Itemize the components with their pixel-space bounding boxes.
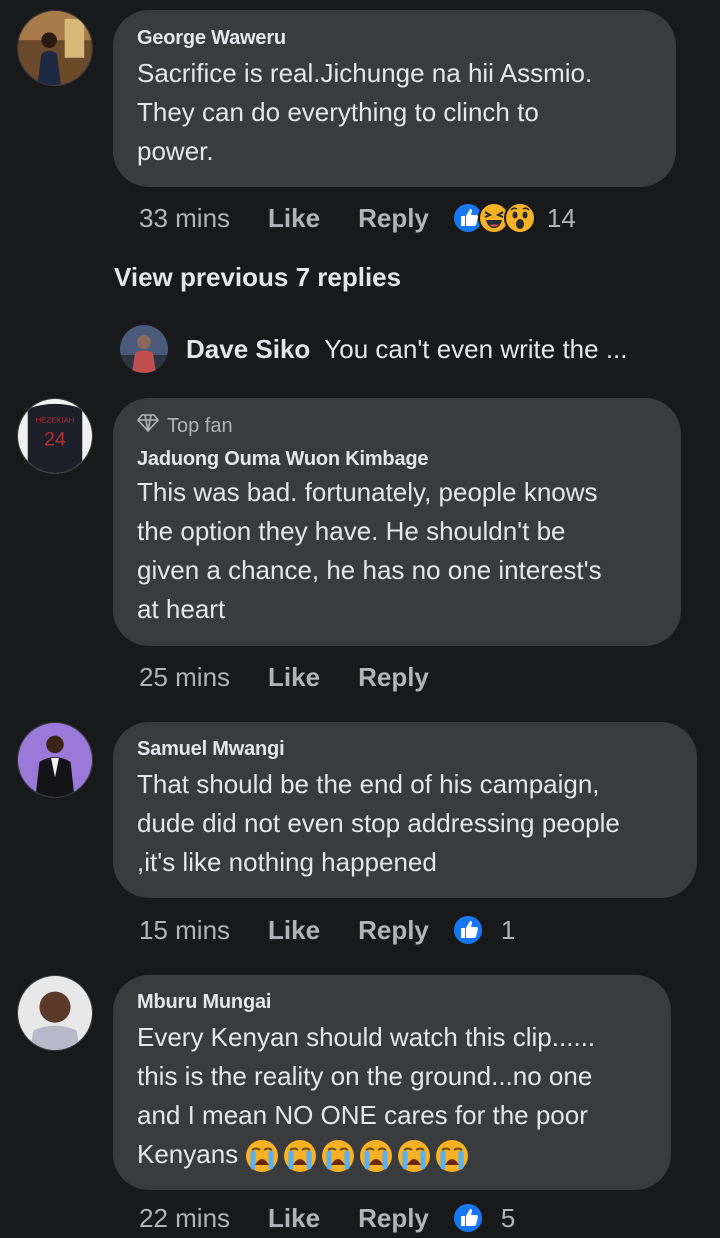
- top-fan-label: Top fan: [167, 414, 233, 437]
- comment-bubble: Samuel Mwangi That should be the end of …: [113, 722, 697, 898]
- avatar-dave-siko: [120, 325, 168, 373]
- comment-bubble: Mburu Mungai Every Kenyan should watch t…: [113, 975, 671, 1190]
- loudly-crying-face-icon: [396, 1138, 434, 1174]
- reply-button[interactable]: Reply: [358, 915, 429, 946]
- top-fan-badge: Top fan: [136, 414, 657, 438]
- avatar-mburu-mungai[interactable]: [17, 975, 93, 1051]
- loudly-crying-face-icon: [320, 1138, 358, 1174]
- like-button[interactable]: Like: [268, 915, 320, 946]
- reaction-count: 14: [546, 202, 576, 233]
- comment-actions: 22 mins Like Reply 5: [139, 1198, 515, 1238]
- comment-actions: 33 mins Like Reply 14: [139, 198, 576, 238]
- comment-actions: 25 mins Like Reply: [139, 657, 467, 697]
- comment-time[interactable]: 22 mins: [139, 1203, 230, 1234]
- reaction-count: 1: [500, 914, 516, 945]
- diamond-icon: [136, 414, 160, 438]
- like-icon: [451, 1201, 485, 1235]
- loudly-crying-face-icon: [358, 1138, 396, 1174]
- comment-time[interactable]: 15 mins: [139, 915, 230, 946]
- comment-time[interactable]: 25 mins: [139, 662, 230, 693]
- avatar-jaduong-ouma[interactable]: HEZEKIAH 24: [17, 398, 93, 474]
- reactions-summary[interactable]: 14: [451, 201, 576, 235]
- crying-emoji-row: [244, 1138, 472, 1174]
- reactions-summary[interactable]: 5: [451, 1201, 515, 1235]
- reply-snippet: You can't even write the ...: [324, 333, 628, 364]
- loudly-crying-face-icon: [244, 1138, 282, 1174]
- wow-icon: [503, 201, 537, 235]
- comment-bubble: Top fan Jaduong Ouma Wuon Kimbage This w…: [113, 398, 681, 646]
- commenter-name[interactable]: Jaduong Ouma Wuon Kimbage: [137, 448, 657, 471]
- comment-text: Sacrifice is real.Jichunge na hii Assmio…: [137, 58, 593, 166]
- svg-text:HEZEKIAH: HEZEKIAH: [36, 415, 75, 424]
- reply-preview[interactable]: Dave Siko You can't even write the ...: [120, 325, 628, 373]
- avatar-george-waweru[interactable]: [17, 10, 93, 86]
- reply-button[interactable]: Reply: [358, 1203, 429, 1234]
- comment-bubble: George Waweru Sacrifice is real.Jichunge…: [113, 10, 676, 187]
- commenter-name[interactable]: Samuel Mwangi: [137, 738, 673, 761]
- like-icon: [451, 913, 485, 947]
- comment-text: This was bad. fortunately, people knows …: [137, 477, 602, 624]
- comment-text: Every Kenyan should watch this clip.....…: [137, 1018, 647, 1174]
- comment-actions: 15 mins Like Reply 1: [139, 910, 515, 950]
- like-button[interactable]: Like: [268, 662, 320, 693]
- comment-text: That should be the end of his campaign, …: [137, 769, 620, 877]
- reactions-summary[interactable]: 1: [451, 913, 515, 947]
- reaction-count: 5: [500, 1202, 516, 1233]
- commenter-name[interactable]: Mburu Mungai: [137, 991, 647, 1014]
- loudly-crying-face-icon: [434, 1138, 472, 1174]
- like-button[interactable]: Like: [268, 1203, 320, 1234]
- view-previous-replies-link[interactable]: View previous 7 replies: [114, 262, 401, 293]
- reply-button[interactable]: Reply: [358, 662, 429, 693]
- reply-author-name[interactable]: Dave Siko: [186, 334, 310, 365]
- commenter-name[interactable]: George Waweru: [137, 27, 652, 50]
- svg-text:24: 24: [44, 429, 66, 451]
- reply-button[interactable]: Reply: [358, 203, 429, 234]
- comment-time[interactable]: 33 mins: [139, 203, 230, 234]
- like-button[interactable]: Like: [268, 203, 320, 234]
- avatar-samuel-mwangi[interactable]: [17, 722, 93, 798]
- loudly-crying-face-icon: [282, 1138, 320, 1174]
